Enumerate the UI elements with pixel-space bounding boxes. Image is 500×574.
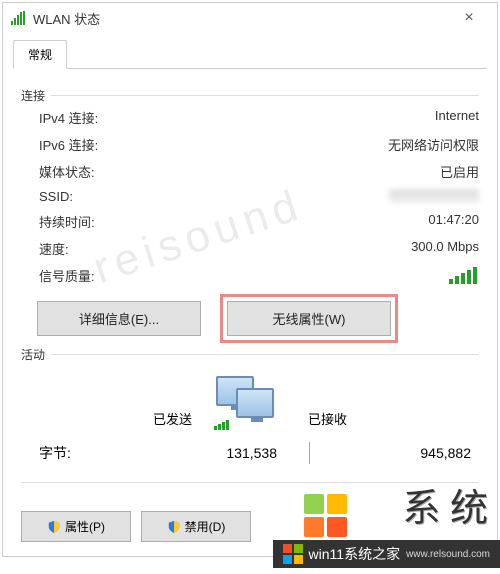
duration-value: 01:47:20 <box>428 212 479 231</box>
wlan-status-window: WLAN 状态 × 常规 连接 IPv4 连接: Internet IPv6 连… <box>2 2 498 557</box>
ssid-label: SSID: <box>39 189 73 204</box>
window-title: WLAN 状态 <box>33 9 100 28</box>
signal-quality-label: 信号质量: <box>39 266 95 285</box>
properties-button-label: 属性(P) <box>65 518 105 535</box>
ipv6-value: 无网络访问权限 <box>388 135 479 154</box>
disable-button[interactable]: 禁用(D) <box>141 511 251 542</box>
signal-bars-icon <box>449 266 479 284</box>
speed-label: 速度: <box>39 239 69 258</box>
activity-received-label: 已接收 <box>308 409 347 428</box>
duration-label: 持续时间: <box>39 212 95 231</box>
disable-button-label: 禁用(D) <box>185 518 226 535</box>
bytes-separator <box>309 442 310 464</box>
windows-logo-icon <box>283 544 303 564</box>
shield-icon <box>167 520 181 534</box>
details-button[interactable]: 详细信息(E)... <box>37 301 201 336</box>
bytes-received-value: 945,882 <box>342 445 479 461</box>
activity-group-header: 活动 <box>21 346 479 363</box>
connection-group-header: 连接 <box>21 87 479 104</box>
titlebar: WLAN 状态 × <box>3 3 497 33</box>
bytes-sent-value: 131,538 <box>127 445 277 461</box>
wifi-icon <box>11 11 27 25</box>
bytes-label: 字节: <box>39 443 127 463</box>
media-state-label: 媒体状态: <box>39 162 95 181</box>
network-activity-icon <box>212 372 288 428</box>
watermark-strip-text: win11系统之家 <box>309 544 401 564</box>
media-state-value: 已启用 <box>440 162 479 181</box>
connection-group-title: 连接 <box>21 87 45 104</box>
signal-quality-value <box>449 266 479 285</box>
ssid-value <box>389 189 479 203</box>
ipv4-value: Internet <box>435 108 479 127</box>
activity-group-title: 活动 <box>21 346 45 363</box>
wireless-properties-button[interactable]: 无线属性(W) <box>227 301 391 336</box>
speed-value: 300.0 Mbps <box>411 239 479 258</box>
close-icon[interactable]: × <box>449 9 489 27</box>
shield-icon <box>47 520 61 534</box>
activity-sent-label: 已发送 <box>153 409 192 428</box>
watermark-strip: win11系统之家 www.relsound.com <box>273 540 500 568</box>
tab-general[interactable]: 常规 <box>13 40 67 69</box>
ipv6-label: IPv6 连接: <box>39 135 98 154</box>
watermark-strip-url: www.relsound.com <box>406 549 490 560</box>
overlay-logo-icon <box>304 494 348 538</box>
properties-button[interactable]: 属性(P) <box>21 511 131 542</box>
mini-signal-icon <box>214 420 230 430</box>
ipv4-label: IPv4 连接: <box>39 108 98 127</box>
tab-strip: 常规 <box>3 33 497 68</box>
